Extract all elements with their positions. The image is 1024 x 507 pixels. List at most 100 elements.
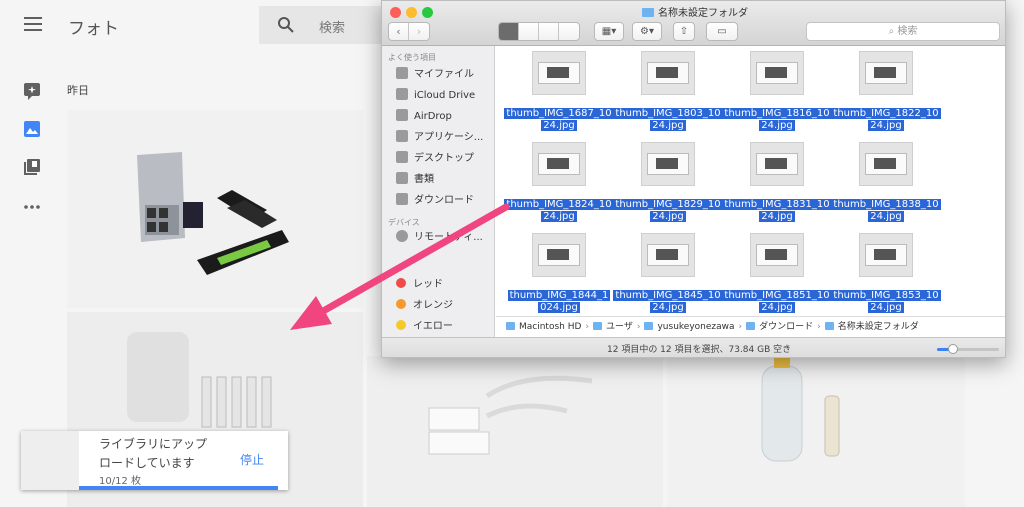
image-thumbnail [859, 233, 913, 277]
back-forward-buttons: ‹ › [388, 22, 430, 41]
hard-drive-icon [506, 322, 515, 330]
all-files-icon [396, 67, 408, 79]
image-thumbnail [859, 142, 913, 186]
finder-window: 名称未設定フォルダ ‹ › ▦▾ ⚙▾ ⇧ ▭ ⌕ 検索 よく使う項目 マイファ… [381, 0, 1006, 358]
file-name: thumb_IMG_1853_10 24.jpg [831, 290, 941, 313]
path-segment[interactable]: ダウンロード [759, 322, 813, 332]
sidebar-tag-item[interactable]: オレンジ [396, 297, 453, 315]
file-name: thumb_IMG_1851_10 24.jpg [722, 290, 832, 313]
file-item[interactable]: thumb_IMG_1687_10 24.jpg [504, 48, 614, 138]
action-gear-button[interactable]: ⚙▾ [632, 22, 662, 41]
sidebar-tag-item[interactable]: イエロー [396, 318, 453, 336]
date-section-label: 昨日 [67, 84, 89, 97]
photo-tile[interactable] [367, 356, 663, 507]
downloads-icon [396, 193, 408, 205]
file-item[interactable]: thumb_IMG_1816_10 24.jpg [722, 48, 832, 138]
sidebar-item[interactable]: デスクトップ [396, 150, 474, 168]
sidebar-item[interactable]: マイファイル [396, 66, 474, 84]
file-item[interactable]: thumb_IMG_1845_10 24.jpg [613, 230, 723, 320]
sidebar-item[interactable]: ダウンロード [396, 192, 474, 210]
file-item[interactable]: thumb_IMG_1853_10 24.jpg [831, 230, 941, 320]
tag-color-dot [396, 278, 406, 288]
path-segment[interactable]: ユーザ [606, 322, 633, 332]
file-name: thumb_IMG_1838_10 24.jpg [831, 199, 941, 222]
share-button[interactable]: ⇧ [673, 22, 695, 41]
sidebar-tag-item[interactable]: レッド [396, 276, 443, 294]
forward-button[interactable]: › [409, 23, 429, 40]
path-separator: › [636, 322, 641, 332]
file-item[interactable]: thumb_IMG_1838_10 24.jpg [831, 139, 941, 229]
list-view-button[interactable] [519, 23, 539, 40]
zoom-button[interactable] [422, 7, 433, 18]
desktop-icon [396, 151, 408, 163]
file-item[interactable]: thumb_IMG_1831_10 24.jpg [722, 139, 832, 229]
file-item[interactable]: thumb_IMG_1844_1 024.jpg [504, 230, 614, 320]
image-thumbnail [532, 233, 586, 277]
bottle-photo [761, 358, 840, 462]
cloud-icon [396, 88, 408, 100]
file-name: thumb_IMG_1844_1 024.jpg [507, 290, 611, 313]
upload-progress-toast: ライブラリにアップ ロードしています 10/12 枚 停止 [21, 431, 288, 490]
image-thumbnail [750, 233, 804, 277]
path-segment[interactable]: Macintosh HD [519, 322, 581, 332]
file-name: thumb_IMG_1803_10 24.jpg [613, 108, 723, 131]
status-bar: 12 項目中の 12 項目を選択、73.84 GB 空き [382, 337, 1005, 357]
remote-disc-icon [396, 230, 408, 242]
file-item[interactable]: thumb_IMG_1851_10 24.jpg [722, 230, 832, 320]
image-thumbnail [532, 142, 586, 186]
photos-icon[interactable] [23, 120, 41, 138]
sidebar-device-item[interactable]: リモートディ... [396, 229, 483, 247]
assistant-icon[interactable] [23, 82, 41, 100]
search-bar[interactable]: 検索 [259, 6, 399, 44]
folder-icon [642, 8, 654, 17]
search-icon [278, 17, 294, 33]
image-thumbnail [750, 51, 804, 95]
adapter-photo [428, 375, 593, 455]
sd-card-case-photo [137, 152, 289, 275]
photo-tile[interactable] [667, 356, 965, 507]
file-item[interactable]: thumb_IMG_1803_10 24.jpg [613, 48, 723, 138]
image-thumbnail [641, 142, 695, 186]
image-thumbnail [859, 51, 913, 95]
arrange-button[interactable]: ▦▾ [594, 22, 624, 41]
albums-icon[interactable] [23, 158, 41, 176]
folder-icon [644, 322, 654, 330]
path-segment[interactable]: yusukeyonezawa [657, 322, 734, 332]
view-switcher [498, 22, 580, 41]
file-name: thumb_IMG_1687_10 24.jpg [504, 108, 614, 131]
file-name: thumb_IMG_1829_10 24.jpg [613, 199, 723, 222]
image-thumbnail [641, 233, 695, 277]
image-thumbnail [532, 51, 586, 95]
sidebar-item[interactable]: アプリケーシ... [396, 129, 483, 147]
file-item[interactable]: thumb_IMG_1824_10 24.jpg [504, 139, 614, 229]
app-title: フォト [68, 19, 119, 39]
sidebar-item[interactable]: AirDrop [396, 108, 452, 126]
folder-icon [746, 322, 756, 330]
path-separator: › [585, 322, 590, 332]
search-placeholder: 検索 [319, 21, 346, 36]
sidebar-item[interactable]: 書類 [396, 171, 434, 189]
upload-progress-bar [79, 486, 278, 490]
file-item[interactable]: thumb_IMG_1822_10 24.jpg [831, 48, 941, 138]
menu-icon[interactable] [24, 17, 42, 31]
icon-view-button[interactable] [499, 23, 519, 40]
upload-message-line2: ロードしています [99, 456, 195, 470]
icon-size-slider-knob[interactable] [948, 344, 958, 354]
selection-status: 12 項目中の 12 項目を選択、73.84 GB 空き [607, 345, 792, 355]
file-item[interactable]: thumb_IMG_1829_10 24.jpg [613, 139, 723, 229]
more-icon[interactable] [23, 198, 41, 216]
upload-message-line1: ライブラリにアップ [99, 437, 208, 451]
path-segment[interactable]: 名称未設定フォルダ [838, 322, 919, 332]
column-view-button[interactable] [539, 23, 559, 40]
photo-tile[interactable] [67, 110, 363, 308]
close-button[interactable] [390, 7, 401, 18]
minimize-button[interactable] [406, 7, 417, 18]
finder-search-field[interactable]: ⌕ 検索 [806, 22, 1000, 41]
coverflow-view-button[interactable] [559, 23, 579, 40]
sidebar-item[interactable]: iCloud Drive [396, 87, 475, 105]
back-button[interactable]: ‹ [389, 23, 409, 40]
icon-size-slider[interactable] [937, 348, 999, 351]
tag-color-dot [396, 299, 406, 309]
stop-upload-button[interactable]: 停止 [240, 451, 264, 468]
tags-button[interactable]: ▭ [706, 22, 738, 41]
